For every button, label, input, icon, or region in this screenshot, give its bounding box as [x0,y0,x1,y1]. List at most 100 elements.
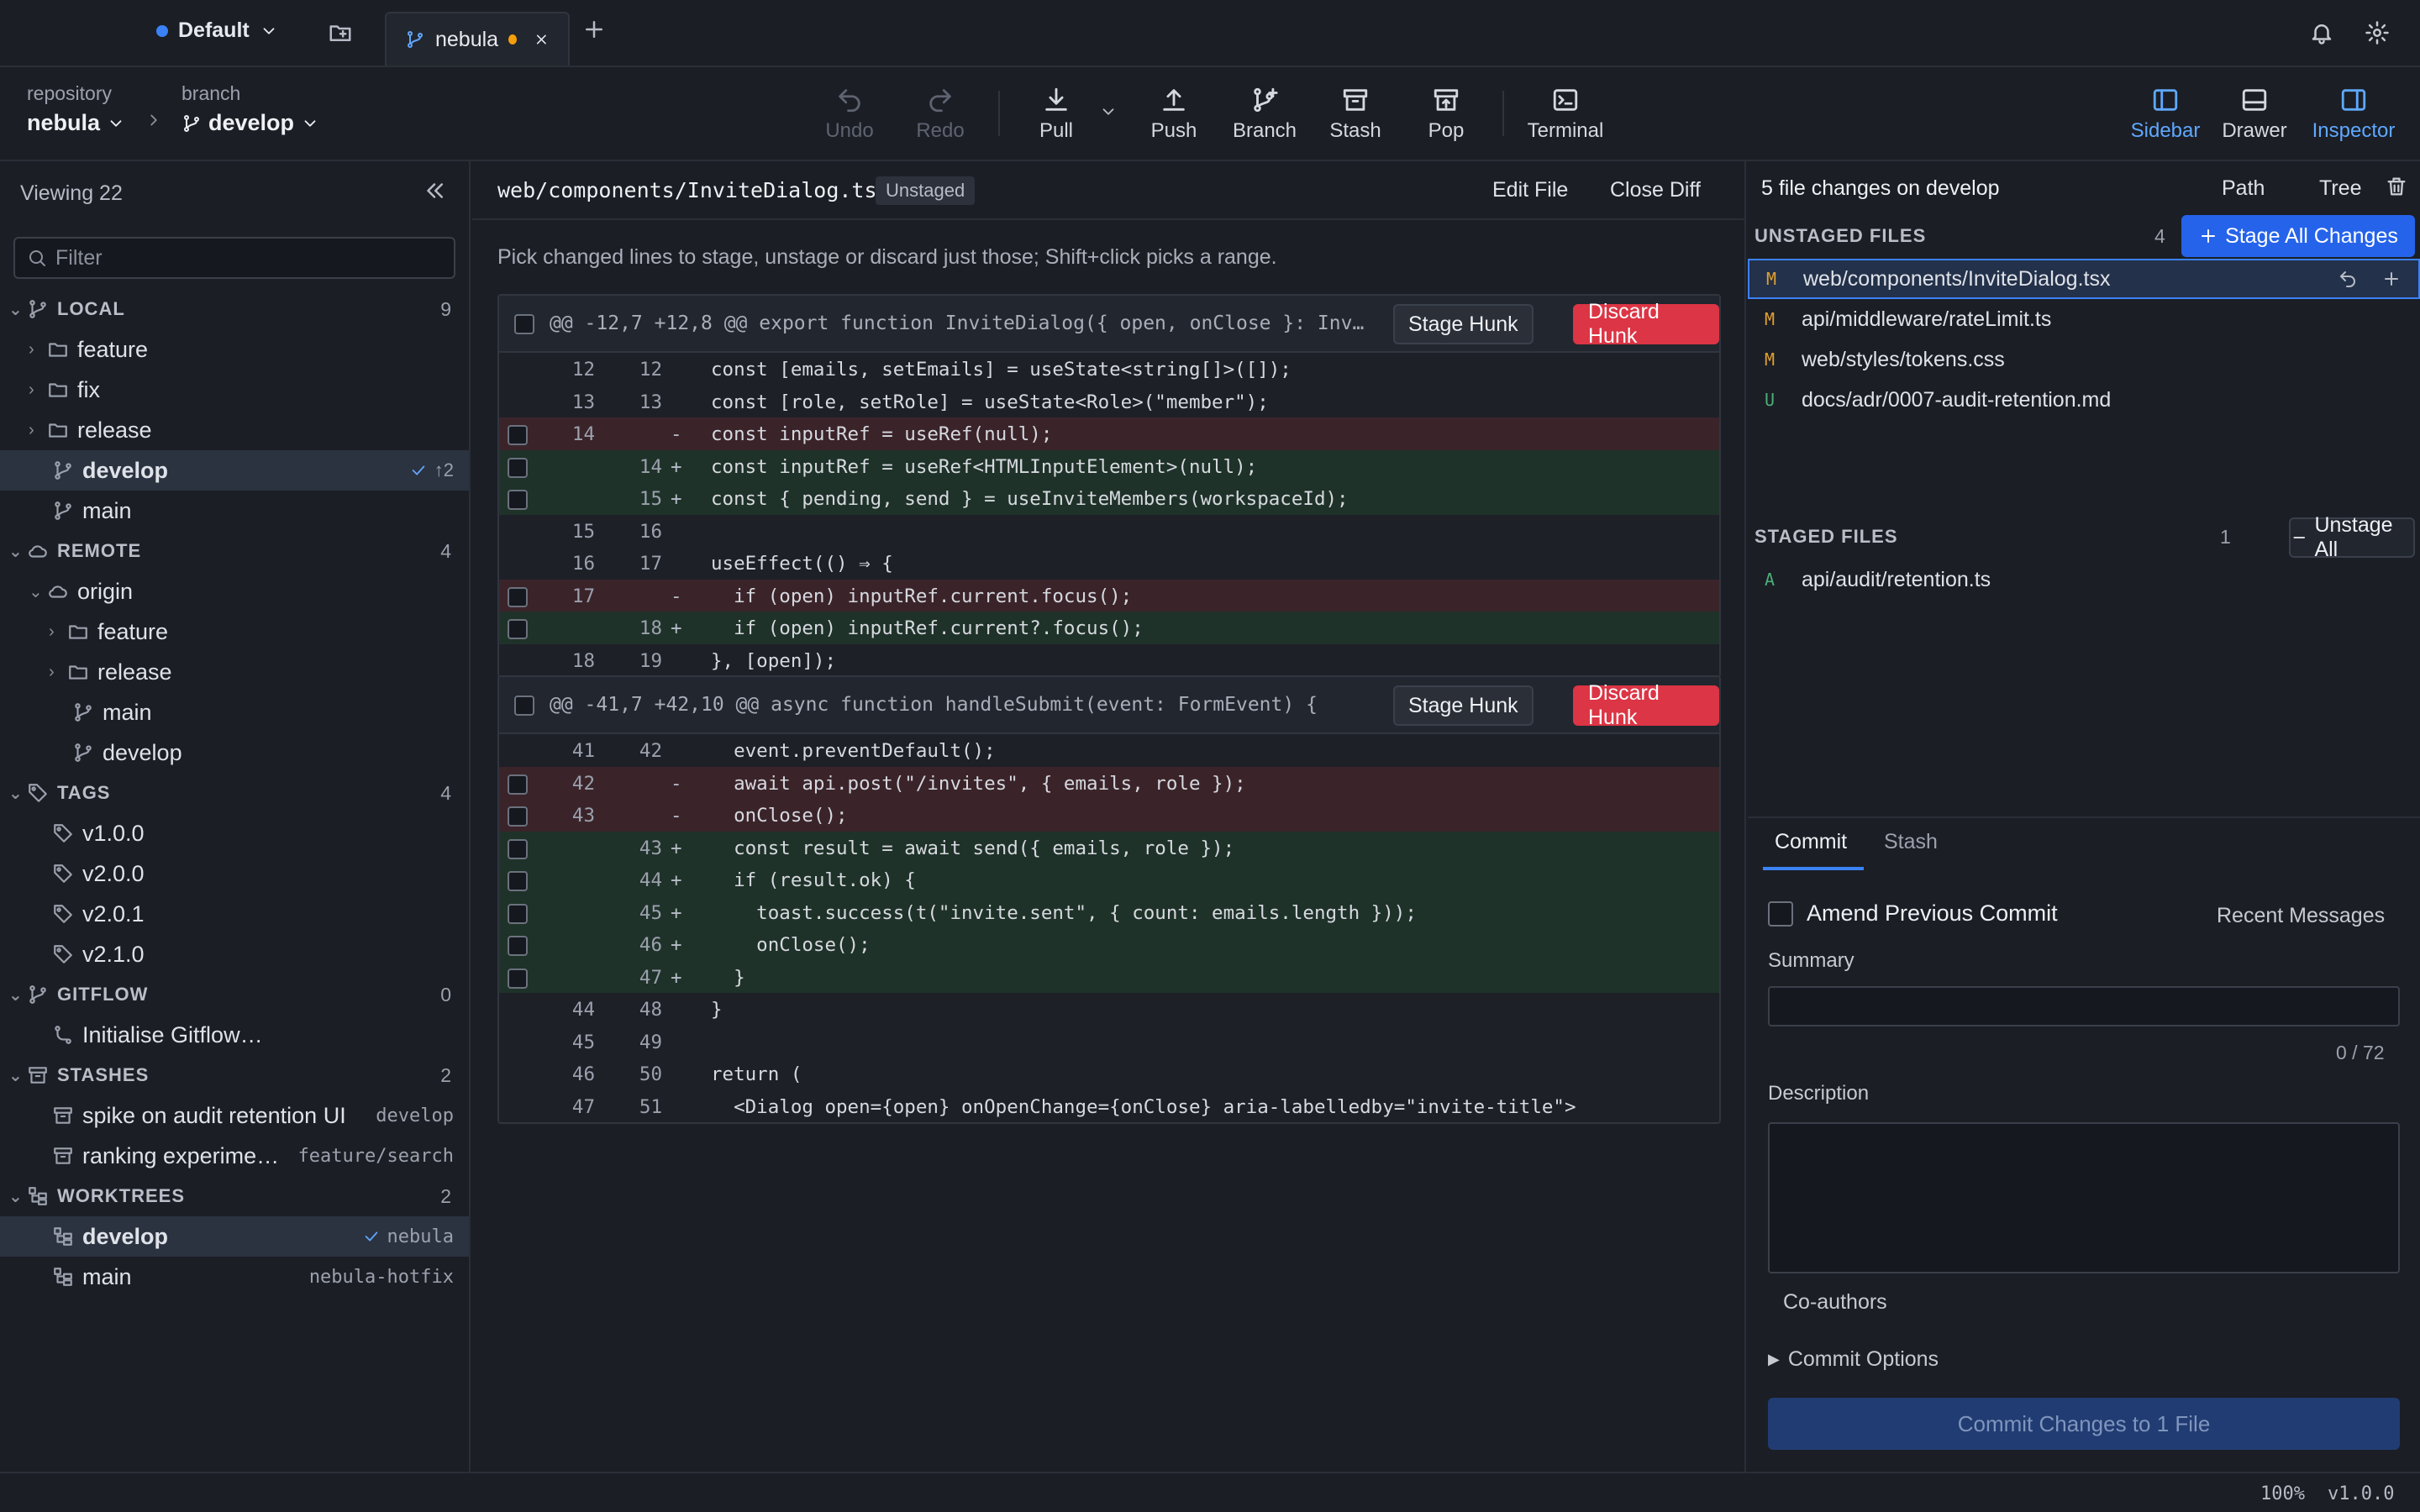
sidebar-item-remote-develop[interactable]: develop [0,732,469,773]
tab-nebula[interactable]: nebula [385,12,570,66]
hunk-checkbox[interactable] [514,696,534,716]
new-tab-plus-icon[interactable] [581,17,607,42]
line-checkbox[interactable] [508,490,528,510]
diff-line-added[interactable]: 47 + } [499,960,1719,993]
close-diff-button[interactable]: Close Diff [1610,178,1701,202]
zoom-level[interactable]: 100% [2260,1483,2305,1504]
diff-line-removed[interactable]: 14 - const inputRef = useRef(null); [499,417,1719,450]
path-view-button[interactable]: Path [2222,176,2265,201]
profile-switcher[interactable]: Default [156,18,278,43]
gear-icon[interactable] [2365,20,2390,45]
description-textarea[interactable] [1768,1122,2400,1273]
sidebar-item-tag[interactable]: v1.0.0 [0,813,469,853]
diff-line-added[interactable]: 46 + onClose(); [499,928,1719,961]
amend-checkbox-row[interactable]: Amend Previous Commit [1768,900,2058,927]
sidebar-item-worktree[interactable]: develop nebula [0,1216,469,1257]
unstage-all-button[interactable]: Unstage All [2289,513,2415,561]
trash-icon[interactable] [2385,175,2408,198]
diff-line-added[interactable]: 44 + if (result.ok) { [499,864,1719,896]
sidebar-item-local-feature[interactable]: › feature [0,329,469,370]
sidebar-item-remote-main[interactable]: main [0,692,469,732]
stage-hunk-button[interactable]: Stage Hunk [1393,685,1534,726]
section-local[interactable]: ⌄ LOCAL 9 [0,289,469,329]
diff-line-removed[interactable]: 43 - onClose(); [499,799,1719,832]
pop-button[interactable]: Pop [1400,86,1492,143]
push-button[interactable]: Push [1128,86,1220,143]
sidebar-item-worktree[interactable]: main nebula-hotfix [0,1257,469,1297]
recent-messages-button[interactable]: Recent Messages [2217,904,2385,928]
line-checkbox[interactable] [508,457,528,478]
repository-manager-icon[interactable] [328,20,353,45]
line-checkbox[interactable] [508,936,528,956]
unstaged-file-row[interactable]: M api/middleware/rateLimit.ts [1748,299,2420,339]
line-checkbox[interactable] [508,586,528,607]
summary-input[interactable] [1768,986,2400,1026]
discard-hunk-button[interactable]: Discard Hunk [1573,300,1719,348]
filter-input[interactable] [55,245,442,270]
sidebar-item-local-main[interactable]: main [0,491,469,531]
diff-line-added[interactable]: 15 + const { pending, send } = useInviteMe… [499,482,1719,515]
sidebar-item-local-release[interactable]: › release [0,410,469,450]
sidebar-item-remote-origin[interactable]: ⌄ origin [0,571,469,612]
sidebar-toggle-button[interactable]: Sidebar [2119,86,2212,143]
tab-stash[interactable]: Stash [1884,830,1938,854]
diff-line-added[interactable]: 43 + const result = await send({ emails, … [499,831,1719,864]
sidebar-item-stash[interactable]: ranking experime… feature/search [0,1136,469,1176]
stash-button[interactable]: Stash [1309,86,1402,143]
pull-button[interactable]: Pull [1010,86,1102,143]
line-checkbox[interactable] [508,903,528,924]
collapse-sidebar-icon[interactable] [422,178,447,203]
amend-checkbox[interactable] [1768,900,1793,927]
section-worktrees[interactable]: ⌄ WORKTREES 2 [0,1176,469,1216]
repository-selector[interactable]: repository nebula [27,82,125,136]
stage-all-button[interactable]: Stage All Changes [2181,215,2415,257]
tab-commit[interactable]: Commit [1775,830,1847,854]
commit-options-toggle[interactable]: ▶ Commit Options [1768,1347,1939,1372]
close-icon[interactable] [534,30,550,49]
unstaged-file-row[interactable]: M web/components/InviteDialog.tsx [1748,259,2420,299]
diff-line-added[interactable]: 45 + toast.success(t("invite.sent", { cou… [499,895,1719,928]
co-authors-button[interactable]: Co-authors [1783,1290,1887,1315]
sidebar-item-stash[interactable]: spike on audit retention UI develop [0,1095,469,1136]
section-gitflow[interactable]: ⌄ GITFLOW 0 [0,974,469,1015]
line-checkbox[interactable] [508,871,528,891]
unstaged-file-row[interactable]: U docs/adr/0007-audit-retention.md [1748,380,2420,420]
terminal-button[interactable]: Terminal [1519,86,1612,143]
branch-button[interactable]: Branch [1218,86,1311,143]
sidebar-item-local-develop[interactable]: develop ↑2 [0,450,469,491]
diff-line-added[interactable]: 14 + const inputRef = useRef<HTMLInputElem… [499,449,1719,482]
diff-line-removed[interactable]: 17 - if (open) inputRef.current.focus(); [499,579,1719,612]
section-tags[interactable]: ⌄ TAGS 4 [0,773,469,813]
sidebar-item-initialise-gitflow[interactable]: Initialise Gitflow… [0,1015,469,1055]
section-remote[interactable]: ⌄ REMOTE 4 [0,531,469,571]
sidebar-item-tag[interactable]: v2.1.0 [0,934,469,974]
filter-box[interactable] [13,237,455,279]
section-stashes[interactable]: ⌄ STASHES 2 [0,1055,469,1095]
redo-button[interactable]: Redo [894,86,986,143]
inspector-toggle-button[interactable]: Inspector [2307,86,2400,143]
hunk-checkbox[interactable] [514,314,534,334]
stage-file-plus-icon[interactable] [2381,269,2402,289]
commit-button[interactable]: Commit Changes to 1 File [1768,1398,2400,1450]
unstaged-file-row[interactable]: M web/styles/tokens.css [1748,339,2420,380]
line-checkbox[interactable] [508,968,528,989]
diff-line-added[interactable]: 18 + if (open) inputRef.current?.focus(); [499,612,1719,644]
undo-button[interactable]: Undo [803,86,896,143]
line-checkbox[interactable] [508,806,528,827]
sidebar-item-remote-feature[interactable]: › feature [0,612,469,652]
pull-options-chevron-icon[interactable] [1099,102,1118,121]
line-checkbox[interactable] [508,838,528,859]
tree-view-button[interactable]: Tree [2319,176,2361,201]
diff-line-removed[interactable]: 42 - await api.post("/invites", { emails,… [499,766,1719,799]
stage-hunk-button[interactable]: Stage Hunk [1393,304,1534,344]
branch-selector[interactable]: branch develop [182,82,319,136]
discard-file-icon[interactable] [2338,269,2358,289]
sidebar-item-local-fix[interactable]: › fix [0,370,469,410]
sidebar-item-tag[interactable]: v2.0.1 [0,894,469,934]
sidebar-item-remote-release[interactable]: › release [0,652,469,692]
edit-file-button[interactable]: Edit File [1492,178,1568,202]
line-checkbox[interactable] [508,425,528,445]
line-checkbox[interactable] [508,619,528,639]
sidebar-item-tag[interactable]: v2.0.0 [0,853,469,894]
staged-file-row[interactable]: A api/audit/retention.ts [1748,559,2420,600]
